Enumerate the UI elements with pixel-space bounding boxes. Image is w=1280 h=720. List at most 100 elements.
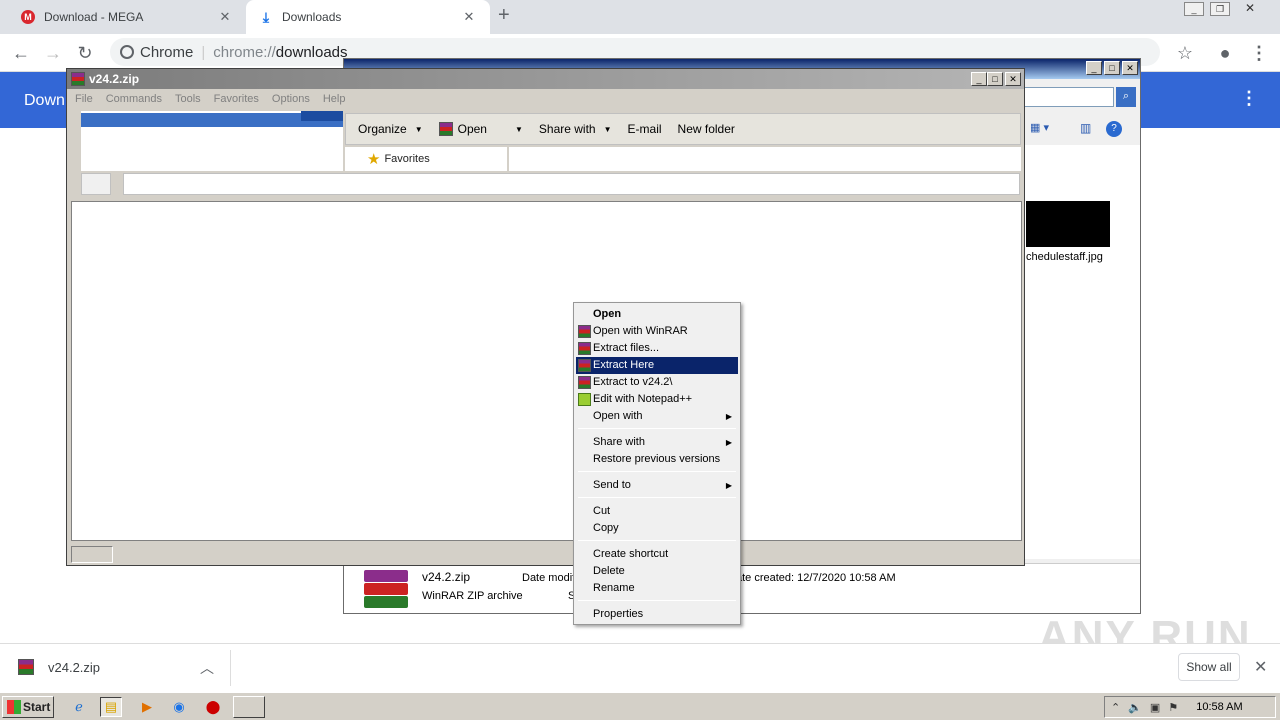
show-all-button[interactable]: Show all xyxy=(1178,653,1240,681)
page-title: Down xyxy=(24,92,65,109)
details-filetype: WinRAR ZIP archive xyxy=(422,590,523,602)
volume-icon[interactable]: 🔈 xyxy=(1128,701,1142,714)
favorites-item[interactable]: ★ Favorites xyxy=(345,147,507,171)
menu-tools[interactable]: Tools xyxy=(175,93,201,105)
minimize-icon[interactable]: _ xyxy=(971,72,987,86)
view-icon[interactable]: ▦ ▾ xyxy=(1030,121,1049,134)
tab-title: Downloads xyxy=(282,10,342,24)
tray-expand-icon[interactable]: ⌃ xyxy=(1111,701,1120,714)
menu-options[interactable]: Options xyxy=(272,93,310,105)
opera-icon[interactable]: ⬤ xyxy=(202,697,224,717)
explorer-close-icon[interactable]: ✕ xyxy=(1122,61,1138,75)
menu-item-cut[interactable]: Cut xyxy=(576,503,738,520)
thumbnail-label[interactable]: chedulestaff.jpg xyxy=(1026,251,1103,263)
menu-item-send-to[interactable]: Send to ▶ xyxy=(576,477,738,494)
bookmark-star-icon[interactable]: ☆ xyxy=(1172,40,1198,66)
menu-favorites[interactable]: Favorites xyxy=(214,93,259,105)
menu-item-open-with[interactable]: Open with ▶ xyxy=(576,408,738,425)
menu-item-open-with-winrar[interactable]: Open with WinRAR xyxy=(576,323,738,340)
close-window-icon[interactable]: ✕ xyxy=(1240,2,1260,16)
explorer-search-field[interactable] xyxy=(1024,87,1114,107)
start-button[interactable]: Start xyxy=(2,696,54,718)
menu-item-delete[interactable]: Delete xyxy=(576,563,738,580)
email-button[interactable]: E-mail xyxy=(628,122,662,136)
nav-highlight-dark xyxy=(301,111,343,121)
submenu-arrow-icon: ▶ xyxy=(725,481,732,490)
profile-avatar-icon[interactable]: ● xyxy=(1212,40,1238,66)
winrar-icon xyxy=(71,72,85,86)
menu-item-open[interactable]: Open xyxy=(576,306,738,323)
clock[interactable]: 10:58 AM xyxy=(1196,701,1242,713)
chrome-icon[interactable]: ◉ xyxy=(168,697,190,717)
tab-mega[interactable]: M Download - MEGA ✕ xyxy=(8,0,246,34)
help-icon[interactable]: ? xyxy=(1106,121,1122,137)
winrar-icon xyxy=(18,659,34,675)
details-date-modified-label: Date modif xyxy=(522,572,576,584)
winrar-window: v24.2.zip _ □ ✕ File Commands Tools Favo… xyxy=(66,68,1025,566)
media-player-icon[interactable]: ▶ xyxy=(136,697,158,717)
minimize-window-icon[interactable]: _ xyxy=(1184,2,1204,16)
back-icon[interactable]: ← xyxy=(8,40,34,66)
internet-explorer-icon[interactable]: ℯ xyxy=(68,697,90,717)
restore-window-icon[interactable]: ❐ xyxy=(1210,2,1230,16)
explorer-maximize-icon[interactable]: □ xyxy=(1104,61,1120,75)
menu-item-share-with[interactable]: Share with ▶ xyxy=(576,434,738,451)
submenu-arrow-icon: ▶ xyxy=(725,412,732,421)
more-menu-icon[interactable]: ⋮ xyxy=(1240,88,1258,109)
chevron-up-icon[interactable]: ︿ xyxy=(200,658,214,678)
site-info-icon[interactable] xyxy=(120,45,134,59)
forward-icon[interactable]: → xyxy=(40,40,66,66)
menu-item-copy[interactable]: Copy xyxy=(576,520,738,537)
menu-item-create-shortcut[interactable]: Create shortcut xyxy=(576,546,738,563)
close-shelf-icon[interactable]: ✕ xyxy=(1254,657,1267,677)
menu-item-properties[interactable]: Properties xyxy=(576,606,738,623)
menu-item-extract-to[interactable]: Extract to v24.2\ xyxy=(576,374,738,391)
winrar-icon xyxy=(438,122,453,136)
close-icon[interactable]: ✕ xyxy=(1005,72,1021,86)
open-button[interactable]: Open ▼ xyxy=(438,122,523,136)
flag-icon[interactable]: ⚑ xyxy=(1168,701,1178,714)
submenu-arrow-icon: ▶ xyxy=(725,438,732,447)
notepadpp-icon xyxy=(578,393,591,406)
download-item[interactable]: v24.2.zip xyxy=(18,659,100,675)
menu-help[interactable]: Help xyxy=(323,93,346,105)
menu-item-rename[interactable]: Rename xyxy=(576,580,738,597)
reload-icon[interactable]: ↻ xyxy=(72,40,98,66)
menu-item-edit-notepadpp[interactable]: Edit with Notepad++ xyxy=(576,391,738,408)
path-field[interactable] xyxy=(123,173,1020,195)
status-bar xyxy=(69,545,1022,565)
maximize-icon[interactable]: □ xyxy=(987,72,1003,86)
folder-icon[interactable]: ▤ xyxy=(100,697,122,717)
menu-item-extract-files[interactable]: Extract files... xyxy=(576,340,738,357)
menu-commands[interactable]: Commands xyxy=(106,93,162,105)
favorites-label: Favorites xyxy=(384,153,430,165)
explorer-minimize-icon[interactable]: _ xyxy=(1086,61,1102,75)
details-date-created: ate created: 12/7/2020 10:58 AM xyxy=(736,572,896,584)
url-path: downloads xyxy=(275,43,348,61)
chrome-menu-icon[interactable]: ⋮ xyxy=(1246,40,1272,66)
network-icon[interactable]: ▣ xyxy=(1150,701,1160,714)
archive-file-list[interactable] xyxy=(71,201,1022,541)
organize-button[interactable]: Organize ▼ xyxy=(358,122,423,136)
download-filename: v24.2.zip xyxy=(48,659,101,675)
image-thumbnail[interactable] xyxy=(1026,201,1110,247)
close-tab-icon[interactable]: ✕ xyxy=(460,9,478,25)
taskbar-task-button[interactable] xyxy=(233,696,265,718)
site-label: Chrome xyxy=(140,43,194,61)
up-folder-button[interactable] xyxy=(81,173,111,195)
new-folder-button[interactable]: New folder xyxy=(678,122,735,136)
new-tab-icon[interactable]: + xyxy=(498,4,510,27)
tab-downloads[interactable]: ⤓ Downloads ✕ xyxy=(246,0,490,34)
close-tab-icon[interactable]: ✕ xyxy=(216,9,234,25)
menu-separator xyxy=(578,471,736,472)
menu-file[interactable]: File xyxy=(75,93,93,105)
navigation-pane xyxy=(81,111,343,171)
menu-item-extract-here[interactable]: Extract Here xyxy=(576,357,738,374)
menu-separator xyxy=(578,600,736,601)
search-icon[interactable]: ⌕ xyxy=(1116,87,1136,107)
window-title: v24.2.zip xyxy=(89,72,140,86)
menu-separator xyxy=(578,428,736,429)
share-with-button[interactable]: Share with ▼ xyxy=(539,122,612,136)
preview-pane-icon[interactable]: ▥ xyxy=(1080,121,1091,135)
menu-item-restore-previous[interactable]: Restore previous versions xyxy=(576,451,738,468)
